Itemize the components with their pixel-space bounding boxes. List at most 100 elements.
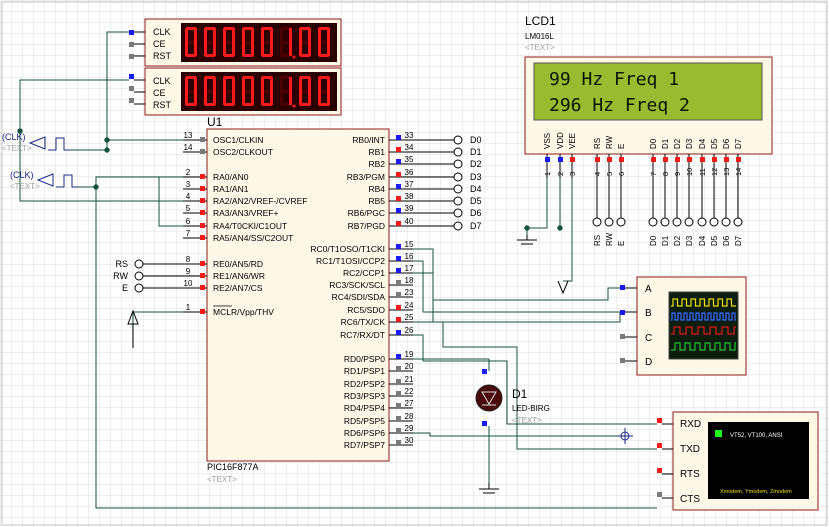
digit-segment	[242, 28, 245, 42]
terminal-label: D7	[734, 235, 743, 246]
digit-segment	[289, 28, 292, 42]
digit-segment	[232, 42, 235, 56]
digit-segment	[223, 77, 226, 91]
pin-name: RD1/PSP1	[344, 366, 385, 376]
digit-segment	[223, 28, 226, 42]
pin-marker	[200, 309, 205, 314]
schematic-canvas[interactable]: CLK CE RST CLK CE RST (CLK) <TEXT> (CLK)…	[0, 0, 829, 527]
terminal-label: RS	[115, 259, 128, 269]
lcd-pin-number: 1	[543, 172, 552, 176]
digit-segment	[232, 91, 235, 105]
digit-segment	[213, 91, 216, 105]
counter-pin-label: CE	[153, 88, 166, 98]
lcd-pin-number: 13	[722, 168, 731, 176]
pin-name: RB0/INT	[352, 135, 385, 145]
pin-number: 10	[184, 279, 193, 288]
terminal-pin-label: RXD	[680, 419, 701, 430]
digit-segment	[185, 91, 188, 105]
digit-segment	[299, 91, 302, 105]
pin-number: 2	[186, 168, 191, 177]
pin-number: 30	[405, 436, 414, 445]
lcd-pin-label: E	[617, 144, 626, 149]
pin-marker	[619, 157, 624, 162]
digit-segment	[185, 77, 188, 91]
terminal-label: E	[122, 283, 128, 293]
lcd-pin-number: 10	[685, 168, 694, 176]
pin-marker	[396, 147, 401, 152]
generator-text-placeholder: <TEXT>	[2, 144, 32, 153]
pin-number: 9	[186, 267, 191, 276]
scope-screen	[668, 291, 739, 360]
pin-number: 14	[184, 143, 193, 152]
terminal-node	[134, 271, 144, 281]
pin-marker	[396, 208, 401, 213]
pin-name: RD6/PSP6	[344, 428, 385, 438]
pin-name: RC2/CCP1	[343, 268, 385, 278]
lcd-pin-number: 6	[617, 172, 626, 176]
digit-segment	[242, 77, 245, 91]
pin-number: 22	[405, 387, 414, 396]
pin-marker	[700, 157, 705, 162]
terminal-label: D6	[722, 235, 731, 246]
pin-marker	[396, 221, 401, 226]
lcd-pin-number: 7	[649, 172, 658, 176]
digit-segment	[232, 28, 235, 42]
pin-name: RC4/SDI/SDA	[332, 292, 386, 302]
terminal-label: D4	[470, 184, 482, 194]
wire-junction	[104, 147, 110, 153]
terminal-footer: Xmodem, Ymodem, Zmodem	[720, 489, 792, 495]
terminal-node	[672, 217, 682, 227]
terminal-label: D3	[470, 172, 482, 182]
pin-number: 1	[186, 303, 191, 312]
led-part: LED-BIRG	[512, 404, 550, 413]
lcd-pin-label: D1	[661, 138, 670, 149]
digit-segment	[299, 77, 302, 91]
terminal-label: D5	[470, 196, 482, 206]
mcu-text-placeholder: <TEXT>	[207, 475, 237, 484]
oscilloscope[interactable]: A B C D	[620, 276, 747, 376]
digit-segment	[251, 42, 254, 56]
pin-marker	[675, 157, 680, 162]
counter-2[interactable]: CLK CE RST	[144, 67, 342, 116]
digit-segment	[213, 77, 216, 91]
wire-junction	[524, 225, 530, 231]
digit-segment	[289, 91, 292, 105]
digit-segment	[251, 28, 254, 42]
counter-1[interactable]: CLK CE RST	[144, 18, 342, 67]
lcd-pin-label: VEE	[568, 133, 577, 149]
pin-number: 34	[405, 143, 414, 152]
pin-marker	[736, 157, 741, 162]
digit-segment	[308, 42, 311, 56]
pin-name: RC1/T1OSI/CCP2	[316, 256, 385, 266]
generator-text-placeholder: <TEXT>	[10, 182, 40, 191]
pin-name: RE0/AN5/RD	[213, 259, 263, 269]
pin-marker	[396, 135, 401, 140]
pin-name: RA0/AN0	[213, 172, 249, 182]
pin-marker	[396, 428, 401, 433]
mcu-u1[interactable]: U1 PIC16F877A <TEXT> 13 OSC1/CLKIN14 OSC2/…	[183, 115, 414, 484]
digit-segment	[261, 91, 264, 105]
terminal-label: D2	[470, 159, 482, 169]
digit-segment	[251, 77, 254, 91]
pin-number: 20	[405, 362, 414, 371]
digit-segment	[308, 77, 311, 91]
pin-marker	[396, 366, 401, 371]
pin-name: OSC1/CLKIN	[213, 135, 264, 145]
pin-marker	[558, 157, 563, 162]
wire-junction	[557, 225, 563, 231]
digit-segment	[318, 77, 321, 91]
lcd-model: LM016L	[525, 32, 554, 41]
pin-number: 5	[186, 204, 191, 213]
pin-marker	[200, 210, 205, 215]
virtual-terminal[interactable]: VT52, VT100, ANSI Xmodem, Ymodem, Zmodem…	[657, 411, 819, 511]
pin-name: RA1/AN1	[213, 184, 249, 194]
pin-name: RB4	[368, 184, 385, 194]
digit-segment	[327, 77, 330, 91]
pin-name: RE1/AN6/WR	[213, 271, 265, 281]
digit-segment	[185, 42, 188, 56]
pin-marker	[396, 330, 401, 335]
terminal-label: RW	[605, 232, 614, 246]
pin-marker	[651, 157, 656, 162]
pin-number: 29	[405, 424, 414, 433]
pin-number: 8	[186, 255, 191, 264]
